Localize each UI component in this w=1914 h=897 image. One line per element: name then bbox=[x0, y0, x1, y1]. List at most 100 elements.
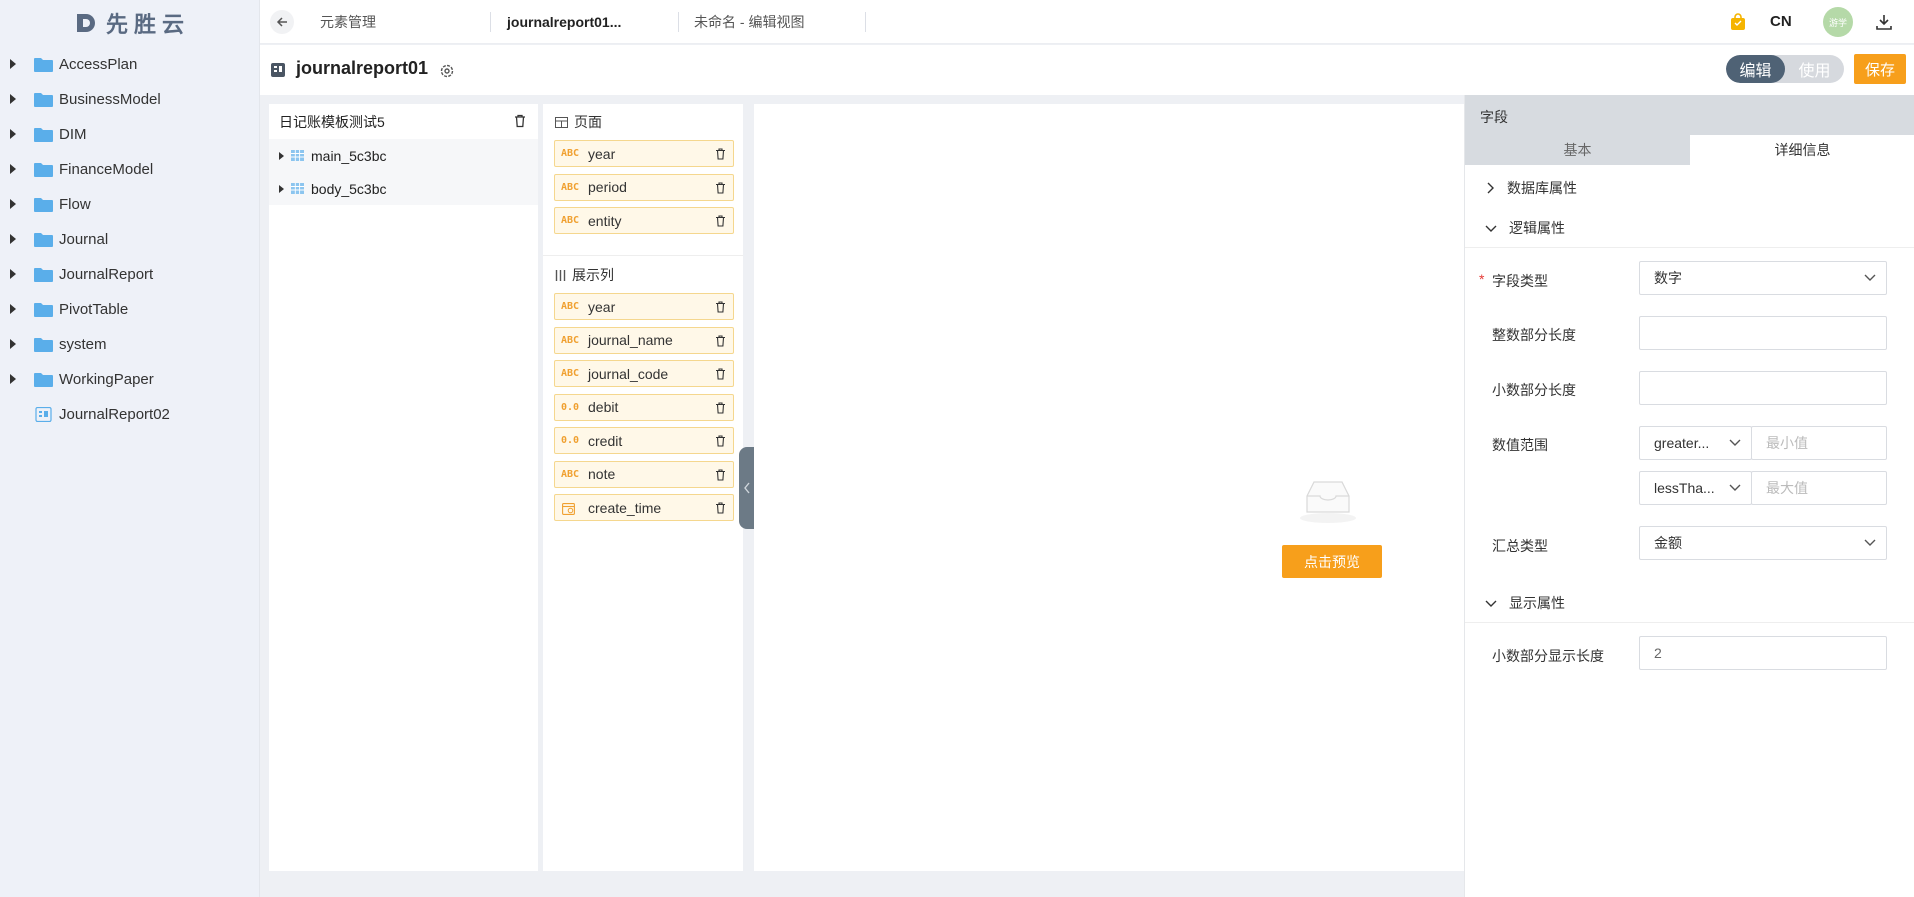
expand-caret-icon[interactable] bbox=[10, 129, 16, 139]
range-max-operator-value: lessTha... bbox=[1654, 480, 1715, 496]
folder-icon bbox=[34, 128, 53, 142]
mode-toggle[interactable]: 编辑 使用 bbox=[1726, 55, 1844, 83]
expand-caret-icon[interactable] bbox=[279, 151, 284, 160]
sidebar-item-flow[interactable]: Flow bbox=[0, 187, 260, 221]
chevron-down-icon bbox=[1485, 225, 1497, 232]
field-chip[interactable]: ABC year bbox=[554, 293, 734, 320]
expand-caret-icon[interactable] bbox=[10, 94, 16, 104]
properties-panel: 字段 基本 详细信息 数据库属性 逻辑属性 * 字段类型 数字 整数部分长度 小… bbox=[1464, 95, 1914, 897]
expand-caret-icon[interactable] bbox=[10, 339, 16, 349]
field-type-badge: ABC bbox=[561, 468, 580, 480]
trash-icon[interactable] bbox=[715, 148, 726, 160]
chevron-down-icon bbox=[1485, 600, 1497, 607]
db-properties-group[interactable]: 数据库属性 bbox=[1485, 178, 1577, 198]
tab-basic[interactable]: 基本 bbox=[1465, 135, 1690, 165]
expand-caret-icon[interactable] bbox=[10, 199, 16, 209]
divider bbox=[1465, 247, 1914, 248]
field-chip[interactable]: 0.0 credit bbox=[554, 427, 734, 454]
sidebar-item-label: WorkingPaper bbox=[59, 370, 154, 388]
tab-element-management[interactable]: 元素管理 bbox=[320, 0, 376, 44]
expand-caret-icon[interactable] bbox=[10, 304, 16, 314]
tree-row-label: main_5c3bc bbox=[311, 147, 387, 164]
sidebar-item-workingpaper[interactable]: WorkingPaper bbox=[0, 362, 260, 396]
mode-edit-button[interactable]: 编辑 bbox=[1726, 55, 1785, 83]
tab-details[interactable]: 详细信息 bbox=[1690, 135, 1914, 165]
panel-collapse-handle[interactable] bbox=[739, 447, 755, 529]
chevron-down-icon bbox=[1864, 274, 1876, 281]
expand-caret-icon[interactable] bbox=[10, 164, 16, 174]
tab-separator bbox=[490, 12, 491, 32]
columns-section-label: 展示列 bbox=[572, 267, 614, 283]
report-icon bbox=[271, 63, 285, 77]
tab-unnamed-edit-view[interactable]: 未命名 - 编辑视图 bbox=[694, 0, 804, 44]
sidebar-item-pivottable[interactable]: PivotTable bbox=[0, 292, 260, 326]
expand-caret-icon[interactable] bbox=[10, 269, 16, 279]
logic-properties-group[interactable]: 逻辑属性 bbox=[1485, 218, 1565, 238]
folder-icon bbox=[34, 233, 53, 247]
sidebar-item-journalreport[interactable]: JournalReport bbox=[0, 257, 260, 291]
field-type-badge: ABC bbox=[561, 334, 580, 346]
expand-caret-icon[interactable] bbox=[10, 374, 16, 384]
field-name: entity bbox=[588, 212, 622, 229]
tab-journalreport01[interactable]: journalreport01... bbox=[507, 0, 621, 44]
trash-icon[interactable] bbox=[715, 435, 726, 447]
trash-icon[interactable] bbox=[715, 181, 726, 194]
trash-icon[interactable] bbox=[715, 215, 726, 227]
field-chip[interactable]: create_time bbox=[554, 494, 734, 521]
logo-icon bbox=[77, 14, 95, 32]
int-length-input[interactable] bbox=[1639, 316, 1887, 350]
shopping-bag-icon[interactable] bbox=[1728, 12, 1748, 32]
trash-icon[interactable] bbox=[715, 301, 726, 313]
tree-row-body[interactable]: body_5c3bc bbox=[269, 172, 538, 205]
field-chip[interactable]: ABC journal_code bbox=[554, 360, 734, 387]
field-chip[interactable]: ABC note bbox=[554, 460, 734, 488]
group-label: 逻辑属性 bbox=[1509, 220, 1565, 236]
sidebar-item-label: PivotTable bbox=[59, 300, 129, 318]
range-max-input[interactable]: 最大值 bbox=[1751, 471, 1887, 505]
sidebar-item-journal[interactable]: Journal bbox=[0, 222, 260, 256]
expand-caret-icon[interactable] bbox=[279, 184, 284, 193]
field-type-select[interactable]: 数字 bbox=[1639, 261, 1887, 295]
trash-icon[interactable] bbox=[715, 368, 726, 380]
field-chip[interactable]: ABC period bbox=[554, 173, 734, 201]
sidebar-item-dim[interactable]: DIM bbox=[0, 117, 260, 151]
language-switch[interactable]: CN bbox=[1770, 13, 1792, 30]
range-max-operator-select[interactable]: lessTha... bbox=[1639, 471, 1752, 505]
sidebar-item-system[interactable]: system bbox=[0, 327, 260, 361]
field-chip[interactable]: 0.0 debit bbox=[554, 393, 734, 421]
grid-icon bbox=[555, 116, 568, 128]
mode-use-button[interactable]: 使用 bbox=[1785, 55, 1844, 83]
trash-icon[interactable] bbox=[715, 468, 726, 481]
sidebar-item-businessmodel[interactable]: BusinessModel bbox=[0, 82, 260, 116]
properties-header: 字段 bbox=[1465, 95, 1914, 135]
decimal-length-input[interactable] bbox=[1639, 371, 1887, 405]
table-icon bbox=[291, 150, 304, 161]
range-min-operator-select[interactable]: greater... bbox=[1639, 426, 1752, 460]
download-icon[interactable] bbox=[1874, 12, 1894, 32]
tree-row-main[interactable]: main_5c3bc bbox=[269, 139, 538, 172]
sidebar-item-financemodel[interactable]: FinanceModel bbox=[0, 152, 260, 186]
preview-button[interactable]: 点击预览 bbox=[1282, 545, 1382, 578]
field-chip[interactable]: ABC journal_name bbox=[554, 326, 734, 354]
sidebar-item-journalreport02[interactable]: JournalReport02 bbox=[0, 397, 260, 431]
range-min-input[interactable]: 最小值 bbox=[1751, 426, 1887, 460]
brand-logo[interactable]: 先胜云 bbox=[74, 8, 190, 38]
back-button[interactable] bbox=[270, 10, 294, 34]
gear-icon[interactable] bbox=[438, 62, 456, 80]
sidebar-item-accessplan[interactable]: AccessPlan bbox=[0, 47, 260, 81]
display-properties-group[interactable]: 显示属性 bbox=[1485, 593, 1565, 613]
aggregate-type-select[interactable]: 金额 bbox=[1639, 526, 1887, 560]
expand-caret-icon[interactable] bbox=[10, 234, 16, 244]
trash-icon[interactable] bbox=[715, 502, 726, 514]
table-tree-panel: 日记账模板测试5 main_5c3bc body_5c3bc bbox=[269, 104, 538, 871]
trash-icon[interactable] bbox=[715, 401, 726, 414]
trash-icon[interactable] bbox=[715, 334, 726, 347]
decimal-display-input[interactable]: 2 bbox=[1639, 636, 1887, 670]
avatar[interactable]: 游学 bbox=[1823, 7, 1853, 37]
save-button[interactable]: 保存 bbox=[1854, 54, 1906, 84]
field-chip[interactable]: ABC entity bbox=[554, 207, 734, 234]
trash-icon[interactable] bbox=[513, 114, 527, 128]
expand-caret-icon[interactable] bbox=[10, 59, 16, 69]
folder-icon bbox=[34, 163, 53, 177]
field-chip[interactable]: ABC year bbox=[554, 140, 734, 167]
